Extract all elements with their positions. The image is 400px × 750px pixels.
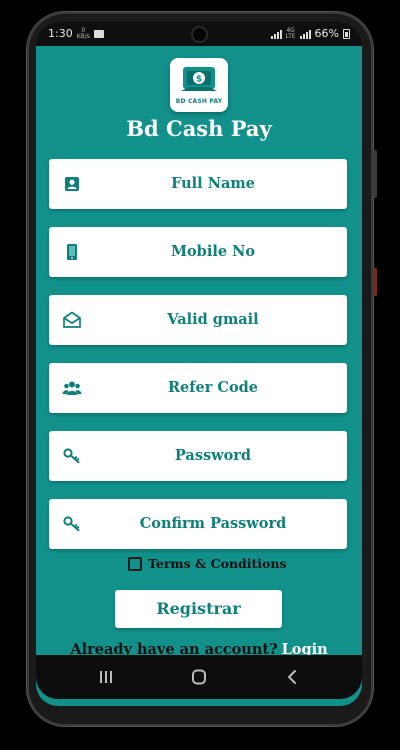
signal-icon — [270, 29, 282, 39]
users-group-icon — [62, 381, 82, 395]
full-name-input[interactable]: Full Name — [49, 159, 347, 209]
back-icon[interactable] — [280, 667, 304, 687]
system-nav-bar — [36, 655, 362, 699]
key-icon — [63, 448, 80, 464]
full-name-placeholder: Full Name — [171, 175, 255, 192]
confirm-password-placeholder: Confirm Password — [139, 515, 287, 532]
logo-text: BD CASH PAY — [175, 98, 223, 105]
logo-symbol: $ — [196, 75, 202, 85]
status-bar: 1:30 0 KB/s 4G LTE 66% — [36, 22, 362, 46]
home-icon[interactable] — [187, 667, 211, 687]
power-button — [373, 268, 377, 296]
network-sub: LTE — [285, 32, 296, 40]
terms-checkbox[interactable] — [128, 556, 142, 571]
front-camera — [193, 28, 206, 41]
battery-icon — [343, 28, 350, 39]
message-icon — [93, 29, 104, 38]
volume-button — [373, 150, 377, 198]
recents-icon[interactable] — [94, 667, 118, 687]
data-speed-unit: KB/s — [76, 32, 90, 40]
person-card-icon — [65, 177, 79, 191]
signal-icon-2 — [299, 29, 311, 39]
email-input[interactable]: Valid gmail — [49, 295, 347, 345]
register-button[interactable]: Registrar — [115, 590, 282, 628]
terms-label[interactable]: Terms & Conditions — [148, 556, 287, 571]
confirm-password-input[interactable]: Confirm Password — [49, 499, 347, 549]
mobile-phone-icon — [67, 244, 77, 260]
key-icon — [63, 516, 80, 532]
app-logo: $ BD CASH PAY — [170, 58, 228, 112]
mobile-number-input[interactable]: Mobile No — [49, 227, 347, 277]
email-placeholder: Valid gmail — [167, 311, 259, 328]
wallet-phone-icon: $ — [181, 67, 217, 91]
refer-code-placeholder: Refer Code — [167, 379, 258, 396]
battery-percent: 66% — [314, 27, 339, 40]
mobile-number-placeholder: Mobile No — [170, 243, 256, 260]
envelope-open-icon — [63, 311, 81, 328]
password-input[interactable]: Password — [49, 431, 347, 481]
status-time: 1:30 — [48, 27, 73, 40]
terms-row: Terms & Conditions — [128, 556, 287, 571]
password-placeholder: Password — [174, 447, 252, 464]
app-screen: 1:30 0 KB/s 4G LTE 66% $ BD CASH PAY Bd … — [36, 22, 362, 706]
app-title: Bd Cash Pay — [126, 116, 272, 141]
refer-code-input[interactable]: Refer Code — [49, 363, 347, 413]
